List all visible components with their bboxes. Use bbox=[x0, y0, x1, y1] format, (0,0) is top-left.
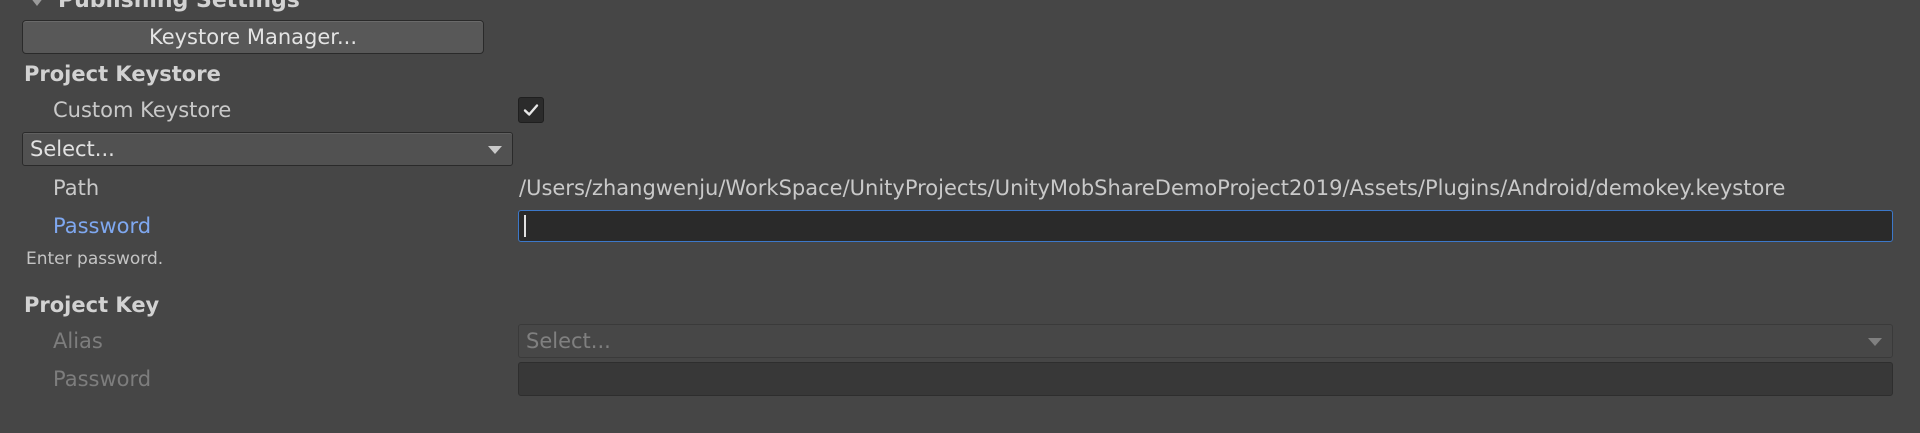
project-key-heading: Project Key bbox=[24, 293, 160, 317]
keystore-path-value: /Users/zhangwenju/WorkSpace/UnityProject… bbox=[519, 176, 1786, 200]
keystore-select-value: Select... bbox=[30, 137, 115, 161]
foldout-arrow-icon[interactable] bbox=[30, 0, 44, 6]
path-label: Path bbox=[53, 176, 100, 200]
password-hint: Enter password. bbox=[26, 249, 164, 269]
custom-keystore-label: Custom Keystore bbox=[53, 98, 232, 122]
custom-keystore-checkbox[interactable] bbox=[518, 97, 544, 123]
keystore-manager-button[interactable]: Keystore Manager... bbox=[22, 20, 484, 54]
project-keystore-heading: Project Keystore bbox=[24, 62, 221, 86]
alias-label: Alias bbox=[53, 329, 103, 353]
text-cursor bbox=[524, 215, 526, 237]
checkmark-icon bbox=[523, 104, 539, 116]
section-header[interactable]: Publishing Settings bbox=[30, 0, 300, 13]
dropdown-arrow-icon bbox=[1868, 338, 1882, 346]
dropdown-arrow-icon bbox=[488, 146, 502, 154]
alias-select-dropdown[interactable]: Select... bbox=[518, 324, 1893, 358]
alias-select-value: Select... bbox=[526, 329, 611, 353]
key-password-label: Password bbox=[53, 367, 152, 391]
keystore-select-dropdown[interactable]: Select... bbox=[22, 132, 513, 166]
section-title: Publishing Settings bbox=[58, 0, 300, 13]
keystore-password-label: Password bbox=[53, 214, 152, 238]
key-password-field[interactable] bbox=[518, 362, 1893, 396]
keystore-password-field[interactable] bbox=[518, 210, 1893, 242]
